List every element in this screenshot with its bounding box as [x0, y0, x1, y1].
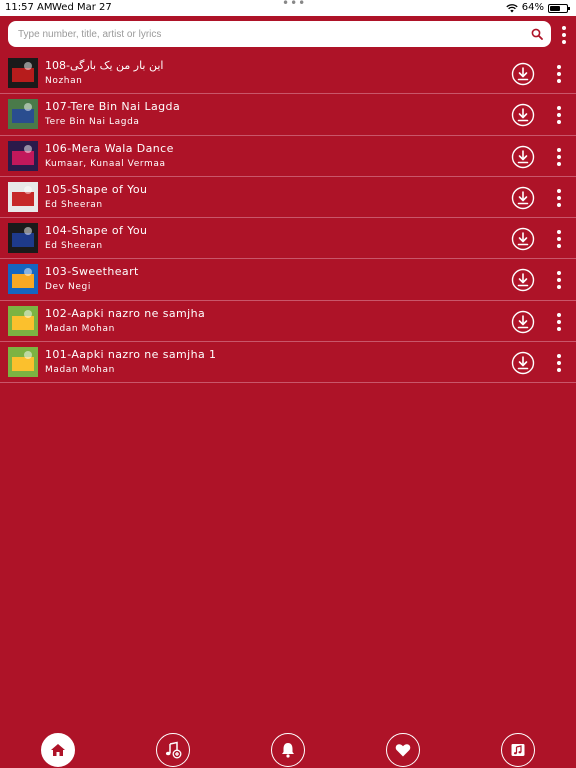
album-thumbnail: [8, 305, 38, 336]
song-row[interactable]: 104-Shape of You Ed Sheeran: [0, 218, 576, 260]
song-artist: Ed Sheeran: [45, 241, 103, 252]
download-icon[interactable]: [511, 103, 535, 127]
bell-icon: [282, 743, 294, 758]
nav-playlist-button[interactable]: [501, 733, 535, 767]
battery-fill: [550, 5, 561, 11]
download-icon[interactable]: [511, 310, 535, 334]
song-row[interactable]: 107-Tere Bin Nai Lagda Tere Bin Nai Lagd…: [0, 94, 576, 136]
more-options-icon[interactable]: [553, 64, 565, 84]
status-right: 64%: [506, 0, 570, 16]
song-title: 102-Aapki nazro ne samjha: [45, 306, 206, 320]
search-input[interactable]: [18, 21, 518, 47]
album-thumbnail: [8, 99, 38, 130]
search-icon[interactable]: [531, 28, 543, 40]
album-thumbnail: [8, 181, 38, 212]
song-title: 101-Aapki nazro ne samjha 1: [45, 348, 217, 362]
status-time: 11:57 AM: [5, 2, 53, 13]
song-title: 105-Shape of You: [45, 182, 148, 196]
song-title: 106-Mera Wala Dance: [45, 141, 174, 155]
download-icon[interactable]: [511, 351, 535, 375]
download-icon[interactable]: [511, 145, 535, 169]
more-options-icon[interactable]: [553, 312, 565, 332]
more-options-icon[interactable]: [553, 105, 565, 125]
nav-home-button[interactable]: [41, 733, 75, 767]
download-icon[interactable]: [511, 268, 535, 292]
song-artist: Nozhan: [45, 76, 83, 86]
header-more-icon[interactable]: [558, 25, 570, 45]
multitasking-dots[interactable]: •••: [282, 0, 306, 11]
album-thumbnail: [8, 347, 38, 378]
download-icon[interactable]: [511, 227, 535, 251]
song-title: 103-Sweetheart: [45, 265, 139, 279]
album-thumbnail: [8, 223, 38, 254]
bottom-nav: [0, 730, 576, 768]
music-plus-icon: [165, 741, 182, 759]
wifi-icon: [506, 4, 518, 13]
nav-favorites-button[interactable]: [386, 733, 420, 767]
status-date: Wed Mar 27: [52, 2, 112, 13]
song-row[interactable]: 102-Aapki nazro ne samjha Madan Mohan: [0, 301, 576, 343]
battery-icon: [548, 3, 570, 13]
album-thumbnail: [8, 264, 38, 295]
song-row[interactable]: 103-Sweetheart Dev Negi: [0, 259, 576, 301]
song-row[interactable]: 101-Aapki nazro ne samjha 1 Madan Mohan: [0, 342, 576, 384]
song-title: 107-Tere Bin Nai Lagda: [45, 100, 181, 114]
song-row[interactable]: 106-Mera Wala Dance Kumaar, Kunaal Verma…: [0, 136, 576, 177]
music-folder-icon: [511, 744, 525, 756]
nav-add-song-button[interactable]: [156, 733, 190, 767]
song-title: 104-Shape of You: [45, 224, 148, 238]
song-artist: Dev Negi: [45, 282, 91, 293]
song-artist: Madan Mohan: [45, 365, 115, 376]
song-artist: Ed Sheeran: [45, 199, 103, 210]
album-thumbnail: [8, 140, 38, 171]
download-icon[interactable]: [511, 62, 535, 86]
more-options-icon[interactable]: [553, 229, 565, 249]
more-options-icon[interactable]: [553, 188, 565, 208]
more-options-icon[interactable]: [553, 147, 565, 167]
home-icon: [51, 744, 65, 756]
song-artist: Kumaar, Kunaal Vermaa: [45, 158, 166, 169]
song-artist: Madan Mohan: [45, 323, 115, 334]
song-row[interactable]: 105-Shape of You Ed Sheeran: [0, 177, 576, 219]
download-icon[interactable]: [511, 186, 535, 210]
more-options-icon[interactable]: [553, 270, 565, 290]
song-row[interactable]: 108-این بار من یک بارگی Nozhan: [0, 53, 576, 95]
album-thumbnail: [8, 58, 38, 88]
song-artist: Tere Bin Nai Lagda: [45, 117, 140, 128]
nav-notifications-button[interactable]: [271, 733, 305, 767]
status-bar: 11:57 AM Wed Mar 27 ••• 64%: [0, 0, 576, 16]
more-options-icon[interactable]: [553, 353, 565, 373]
song-list: 108-این بار من یک بارگی Nozhan 107-Tere …: [0, 53, 576, 384]
search-bar: [8, 21, 551, 47]
heart-icon: [395, 744, 411, 757]
song-title: 108-این بار من یک بارگی: [45, 59, 164, 72]
battery-percent: 64%: [521, 2, 544, 13]
